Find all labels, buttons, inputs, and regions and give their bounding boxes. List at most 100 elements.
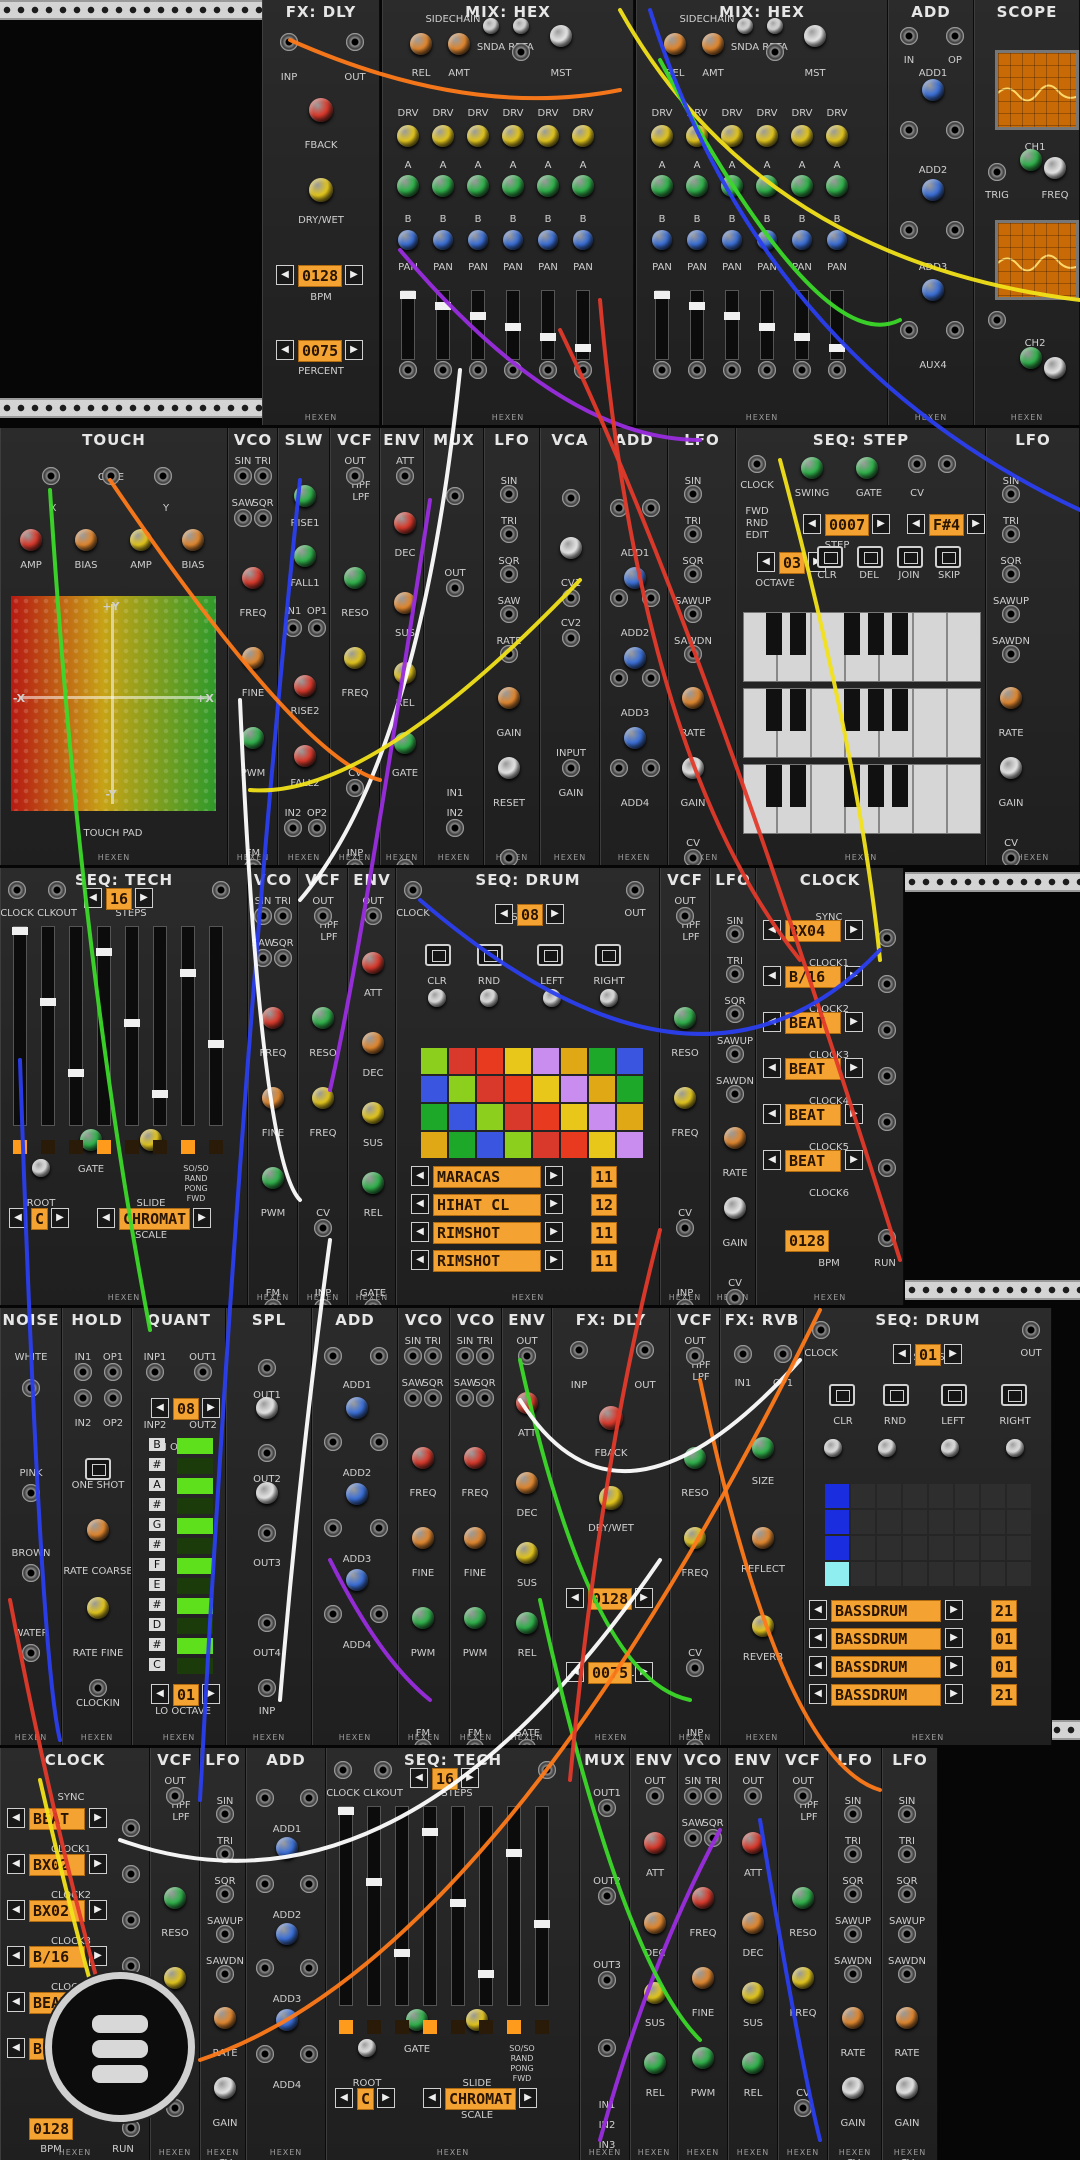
jack-socket[interactable] bbox=[42, 467, 60, 485]
jack-socket[interactable] bbox=[684, 565, 702, 583]
jack-socket[interactable] bbox=[146, 1363, 164, 1381]
rotary-knob[interactable] bbox=[516, 1392, 538, 1414]
rotary-knob[interactable] bbox=[572, 175, 594, 197]
jack-socket[interactable] bbox=[102, 467, 120, 485]
slider-handle[interactable] bbox=[40, 998, 56, 1007]
drum-step-pad[interactable] bbox=[929, 1562, 953, 1586]
drum-step-pad[interactable] bbox=[903, 1562, 927, 1586]
jack-socket[interactable] bbox=[642, 669, 660, 687]
decrement-arrow[interactable]: ◀ bbox=[97, 1208, 115, 1228]
jack-socket[interactable] bbox=[500, 645, 518, 663]
slider-track[interactable] bbox=[40, 926, 56, 1126]
rotary-knob[interactable] bbox=[294, 675, 316, 697]
jack-socket[interactable] bbox=[500, 849, 518, 865]
jack-socket[interactable] bbox=[404, 1347, 422, 1365]
jack-socket[interactable] bbox=[216, 1925, 234, 1943]
jack-socket[interactable] bbox=[256, 1789, 274, 1807]
jack-socket[interactable] bbox=[22, 1644, 40, 1662]
jack-socket[interactable] bbox=[704, 1787, 722, 1805]
rotary-knob[interactable] bbox=[644, 1912, 666, 1934]
jack-socket[interactable] bbox=[154, 467, 172, 485]
black-key[interactable] bbox=[766, 613, 782, 655]
jack-socket[interactable] bbox=[684, 645, 702, 663]
rotary-knob[interactable] bbox=[516, 1612, 538, 1634]
drum-step-pad[interactable] bbox=[929, 1484, 953, 1508]
push-button[interactable] bbox=[941, 1384, 967, 1406]
rotary-knob[interactable] bbox=[262, 1167, 284, 1189]
rotary-knob[interactable] bbox=[362, 1172, 384, 1194]
jack-socket[interactable] bbox=[234, 467, 252, 485]
jack-socket[interactable] bbox=[938, 455, 956, 473]
note-toggle[interactable] bbox=[177, 1578, 213, 1594]
clock-next[interactable]: ▶ bbox=[845, 1150, 863, 1170]
jack-socket[interactable] bbox=[256, 2045, 274, 2063]
slider-track[interactable] bbox=[505, 290, 521, 360]
rotary-knob[interactable] bbox=[550, 25, 572, 47]
jack-socket[interactable] bbox=[74, 1389, 92, 1407]
clock-next[interactable]: ▶ bbox=[845, 966, 863, 986]
rotary-knob[interactable] bbox=[294, 545, 316, 567]
note-toggle[interactable] bbox=[177, 1498, 213, 1514]
jack-socket[interactable] bbox=[1002, 849, 1020, 865]
jack-socket[interactable] bbox=[216, 1845, 234, 1863]
note-toggle[interactable] bbox=[177, 1618, 213, 1634]
rotary-knob[interactable] bbox=[682, 687, 704, 709]
jack-socket[interactable] bbox=[793, 361, 811, 379]
clock-prev[interactable]: ◀ bbox=[7, 1900, 25, 1920]
drum-step-pad[interactable] bbox=[421, 1104, 447, 1130]
drum-step-pad[interactable] bbox=[505, 1076, 531, 1102]
jack-socket[interactable] bbox=[122, 1819, 140, 1837]
jack-socket[interactable] bbox=[254, 949, 272, 967]
black-key[interactable] bbox=[844, 689, 860, 731]
decrement-arrow[interactable]: ◀ bbox=[276, 340, 294, 360]
menu-button[interactable] bbox=[45, 1972, 195, 2122]
jack-socket[interactable] bbox=[878, 929, 896, 947]
jack-socket[interactable] bbox=[726, 965, 744, 983]
slider-handle[interactable] bbox=[654, 291, 670, 299]
jack-socket[interactable] bbox=[1002, 485, 1020, 503]
rotary-knob[interactable] bbox=[346, 1397, 368, 1419]
jack-socket[interactable] bbox=[300, 1789, 318, 1807]
push-button[interactable] bbox=[857, 546, 883, 568]
jack-socket[interactable] bbox=[794, 2099, 812, 2117]
clock-next[interactable]: ▶ bbox=[845, 1058, 863, 1078]
rotary-knob[interactable] bbox=[674, 1087, 696, 1109]
rotary-knob[interactable] bbox=[826, 175, 848, 197]
rotary-knob[interactable] bbox=[664, 33, 686, 55]
jack-socket[interactable] bbox=[686, 1347, 704, 1365]
rotary-knob[interactable] bbox=[827, 230, 847, 250]
slider-handle[interactable] bbox=[96, 948, 112, 957]
drum-step-pad[interactable] bbox=[1007, 1484, 1031, 1508]
slider-handle[interactable] bbox=[506, 1849, 522, 1858]
rotary-knob[interactable] bbox=[362, 1102, 384, 1124]
rotary-knob[interactable] bbox=[428, 989, 446, 1007]
rotary-knob[interactable] bbox=[432, 175, 454, 197]
drum-step-pad[interactable] bbox=[561, 1132, 587, 1158]
drum-step-pad[interactable] bbox=[477, 1104, 503, 1130]
decrement-arrow[interactable]: ◀ bbox=[566, 1588, 584, 1608]
slider-track[interactable] bbox=[96, 926, 112, 1126]
rotary-knob[interactable] bbox=[826, 125, 848, 147]
slider-handle[interactable] bbox=[152, 1090, 168, 1099]
jack-socket[interactable] bbox=[476, 1347, 494, 1365]
rotary-knob[interactable] bbox=[276, 1923, 298, 1945]
track-next[interactable]: ▶ bbox=[545, 1194, 563, 1214]
jack-socket[interactable] bbox=[424, 1389, 442, 1407]
jack-socket[interactable] bbox=[504, 361, 522, 379]
jack-socket[interactable] bbox=[676, 1219, 694, 1237]
jack-socket[interactable] bbox=[284, 619, 302, 637]
drum-step-pad[interactable] bbox=[589, 1076, 615, 1102]
increment-arrow[interactable]: ▶ bbox=[51, 1208, 69, 1228]
increment-arrow[interactable]: ▶ bbox=[461, 1768, 479, 1788]
rotary-knob[interactable] bbox=[737, 18, 753, 34]
black-key[interactable] bbox=[868, 613, 884, 655]
jack-socket[interactable] bbox=[374, 1761, 392, 1779]
rotary-knob[interactable] bbox=[721, 125, 743, 147]
slider-handle[interactable] bbox=[794, 333, 810, 342]
drum-step-pad[interactable] bbox=[617, 1104, 643, 1130]
rotary-knob[interactable] bbox=[692, 1967, 714, 1989]
clock-next[interactable]: ▶ bbox=[89, 1900, 107, 1920]
jack-socket[interactable] bbox=[626, 881, 644, 899]
jack-socket[interactable] bbox=[122, 1911, 140, 1929]
clock-next[interactable]: ▶ bbox=[845, 920, 863, 940]
